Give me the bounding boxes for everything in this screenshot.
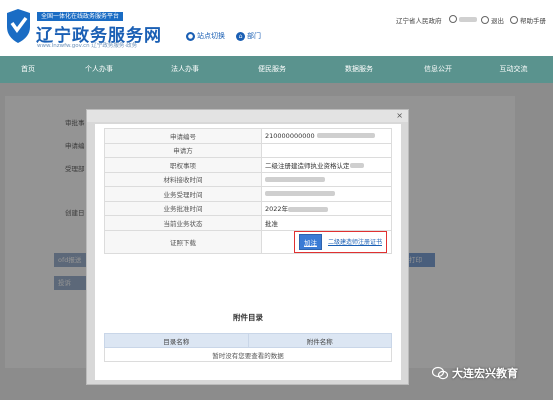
row-key: 业务受理时间 — [104, 186, 262, 202]
column-header-attachment: 附件名称 — [247, 333, 392, 348]
table-row: 材料接收时间 — [104, 171, 392, 187]
redacted-text — [265, 176, 325, 182]
redacted-text — [316, 133, 375, 139]
redacted-text — [288, 206, 329, 212]
row-value-matter: 二级注册建造师执业资格认定 — [261, 157, 392, 173]
watermark-text: 大连宏兴教育 — [452, 367, 518, 380]
site-url: www.lnzwfw.gov.cn 辽宁政务服务·政务 — [37, 43, 138, 49]
row-value-approve-time: 2022年 — [261, 200, 392, 216]
row-key: 申请编号 — [104, 128, 262, 144]
table-row: 业务批准时间 2022年 — [104, 200, 392, 216]
matter-value: 二级注册建造师执业资格认定 — [265, 161, 350, 170]
logout-link[interactable]: 退出 — [481, 15, 504, 25]
row-value-application-no: 210000000000 — [261, 128, 392, 144]
department-label: 部门 — [247, 32, 261, 40]
row-key: 申请方 — [104, 142, 262, 158]
attachment-table: 目录名称 附件名称 暂时没有您要查看的数据 — [104, 333, 392, 362]
row-value-accept-time — [261, 186, 392, 202]
table-row: 职权事项 二级注册建造师执业资格认定 — [104, 157, 392, 173]
department-link[interactable]: ⌂ 部门 — [236, 31, 261, 41]
row-value-download: 加注 二级建造师注册证书 — [261, 229, 392, 254]
site-switch-link[interactable]: ● 站点切换 — [186, 31, 225, 41]
nav-item-personal[interactable]: 个人办事 — [56, 56, 142, 83]
attachment-section-title: 附件目录 — [233, 313, 263, 322]
row-key: 职权事项 — [104, 157, 262, 173]
row-value-material-time — [261, 171, 392, 187]
close-icon[interactable]: × — [396, 111, 403, 120]
nav-item-interaction[interactable]: 互动交流 — [474, 56, 553, 83]
status-value: 批准 — [261, 215, 392, 231]
user-menu[interactable] — [449, 15, 477, 23]
download-highlight: 加注 二级建造师注册证书 — [293, 230, 387, 253]
user-name-redacted — [459, 16, 477, 22]
certificate-download-link[interactable]: 二级建造师注册证书 — [328, 237, 382, 246]
user-icon — [449, 15, 457, 23]
headset-icon — [510, 16, 518, 24]
table-row: 申请编号 210000000000 — [104, 128, 392, 144]
empty-message: 暂时没有您要查看的数据 — [104, 347, 392, 362]
redacted-text — [349, 163, 364, 169]
dialog-body: 申请编号 210000000000 申请方 职权事项 二级注册建造师执业资格认定… — [95, 124, 401, 380]
business-info-table: 申请编号 210000000000 申请方 职权事项 二级注册建造师执业资格认定… — [104, 128, 392, 254]
row-key: 业务批准时间 — [104, 200, 262, 216]
nav-item-home[interactable]: 首页 — [0, 56, 56, 83]
wechat-icon — [432, 366, 448, 380]
add-annotation-button[interactable]: 加注 — [298, 233, 322, 250]
department-icon: ⌂ — [236, 31, 245, 41]
table-row: 业务受理时间 — [104, 186, 392, 202]
row-key: 材料接收时间 — [104, 171, 262, 187]
table-row: 申请方 — [104, 142, 392, 158]
attachment-empty-row: 暂时没有您要查看的数据 — [104, 347, 392, 362]
table-row: 当前业务状态 批准 — [104, 215, 392, 231]
help-manual-link[interactable]: 帮助手册 — [510, 15, 546, 25]
site-logo-icon[interactable] — [5, 9, 32, 43]
gov-name[interactable]: 辽宁省人民政府 — [396, 15, 442, 25]
logo-tagline: 全国一体化在线政务服务平台 — [37, 12, 124, 21]
site-header: 全国一体化在线政务服务平台 辽宁政务服务网 www.lnzwfw.gov.cn … — [0, 0, 553, 56]
attachment-header-row: 目录名称 附件名称 — [104, 333, 392, 348]
redacted-text — [265, 191, 335, 197]
nav-item-convenience[interactable]: 便民服务 — [228, 56, 316, 83]
logout-label: 退出 — [491, 17, 504, 25]
application-no-value: 210000000000 — [265, 131, 315, 140]
dialog-titlebar: × — [87, 110, 408, 122]
watermark: 大连宏兴教育 — [432, 365, 518, 381]
table-row: 证照下载 加注 二级建造师注册证书 — [104, 229, 392, 254]
approve-time-value: 2022年 — [265, 205, 289, 214]
help-manual-label: 帮助手册 — [520, 17, 546, 25]
row-value-applicant — [261, 142, 392, 158]
certificate-detail-dialog: × 申请编号 210000000000 申请方 职权事项 二级注册建造师执业资格… — [86, 109, 409, 385]
nav-item-data-service[interactable]: 数据服务 — [316, 56, 402, 83]
main-nav: 首页 个人办事 法人办事 便民服务 数据服务 信息公开 互动交流 — [0, 56, 553, 83]
logout-icon — [481, 16, 489, 24]
location-pin-icon: ● — [186, 31, 195, 41]
nav-item-info-disclosure[interactable]: 信息公开 — [402, 56, 474, 83]
nav-item-corporate[interactable]: 法人办事 — [142, 56, 228, 83]
row-key: 当前业务状态 — [104, 215, 262, 231]
column-header-directory: 目录名称 — [104, 333, 249, 348]
row-key: 证照下载 — [104, 229, 262, 254]
site-switch-label: 站点切换 — [197, 32, 225, 40]
